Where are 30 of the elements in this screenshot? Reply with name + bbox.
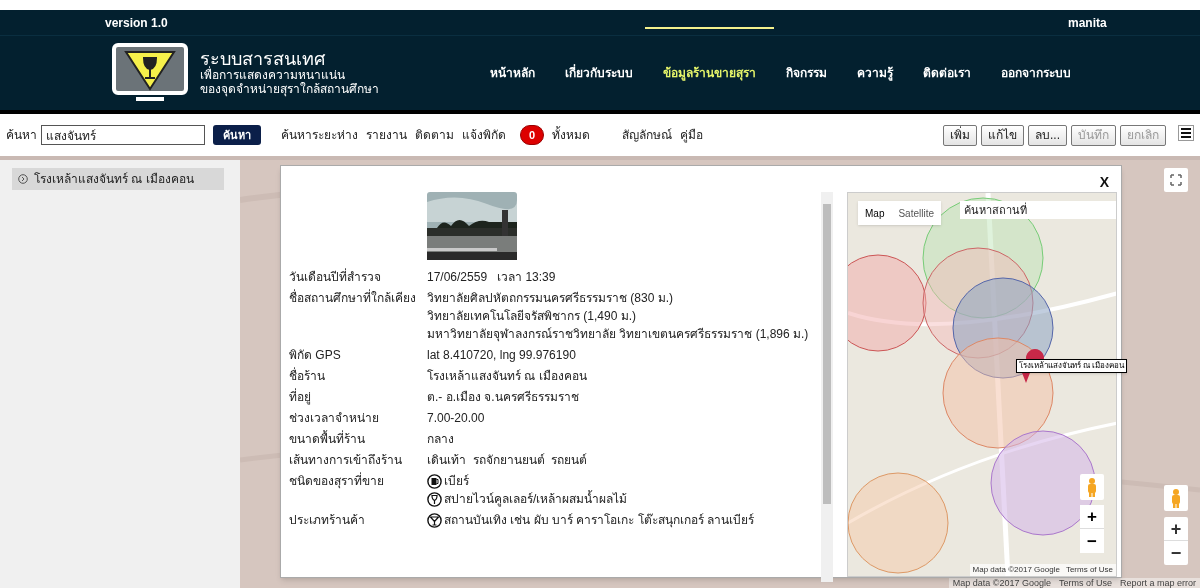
nav-link[interactable]: ติดต่อเรา [923,64,971,82]
arrow-circle-icon [18,174,28,184]
count-badge: 0 [520,125,544,145]
toolbar-link[interactable]: แจ้งพิกัด [462,126,506,144]
nav-link[interactable]: กิจกรรม [786,64,827,82]
sidebar-item[interactable]: โรงเหล้าแสงจันทร์ ณ เมืองคอน [12,168,224,190]
nav-link[interactable]: หน้าหลัก [490,64,535,82]
nav-link[interactable]: เกี่ยวกับระบบ [565,64,633,82]
toolbar-link[interactable]: สัญลักษณ์ [622,126,672,144]
search-label: ค้นหา [6,127,37,144]
logo-icon [112,43,188,103]
toolbar-link[interactable]: ค้นหาระยะห่าง [281,126,358,144]
toolbar-link[interactable]: รายงาน [366,126,407,144]
toolbar-link[interactable]: คู่มือ [680,126,703,144]
app-subtitle: เพื่อการแสดงความหนาแน่น [200,68,346,82]
toolbar-button[interactable]: ลบ... [1028,124,1067,146]
menu-icon[interactable] [1178,125,1194,141]
version-label: version 1.0 [105,14,168,32]
nav-link[interactable]: ความรู้ [857,64,893,82]
nav-link[interactable]: ออกจากระบบ [1001,64,1071,82]
app-title: ระบบสารสนเทศ [200,50,325,68]
toolbar-button[interactable]: เพิ่ม [943,124,977,146]
search-button[interactable]: ค้นหา [213,125,261,145]
toolbar-button[interactable]: แก้ไข [981,124,1024,146]
app-subtitle: ของจุดจำหน่ายสุราใกล้สถานศึกษา [200,82,380,96]
toolbar-link[interactable]: ติดตาม [415,126,454,144]
nav-link[interactable]: ข้อมูลร้านขายสุรา [663,64,756,82]
toolbar-link[interactable]: ทั้งหมด [552,126,590,144]
user-name: manita [1068,14,1107,32]
search-field[interactable]: แสงจันทร์ [41,125,205,145]
